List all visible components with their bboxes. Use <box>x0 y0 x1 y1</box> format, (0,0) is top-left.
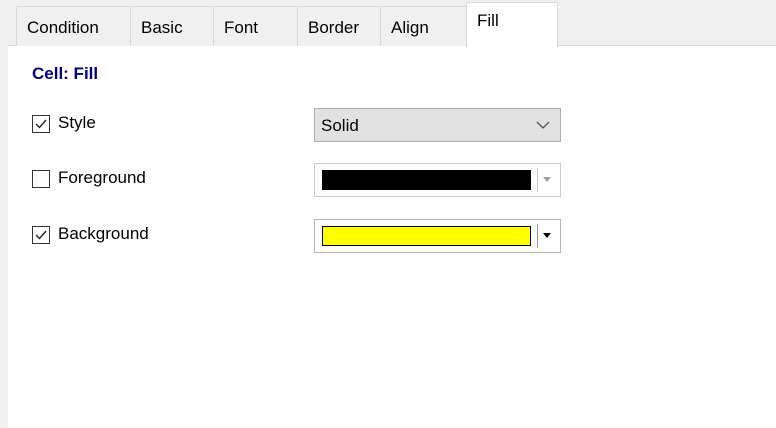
tab-condition[interactable]: Condition <box>16 6 131 46</box>
fill-panel: Condition Basic Font Border Align Fill C… <box>8 0 776 428</box>
tab-strip: Condition Basic Font Border Align Fill <box>8 0 776 47</box>
tab-label: Basic <box>141 18 183 37</box>
picker-divider <box>537 224 538 248</box>
chevron-down-icon <box>536 121 550 129</box>
foreground-color-picker[interactable] <box>314 163 561 197</box>
checkmark-icon <box>35 119 47 129</box>
tab-border[interactable]: Border <box>297 6 381 46</box>
foreground-color-swatch <box>322 170 531 190</box>
background-color-swatch <box>322 226 531 246</box>
tab-label: Font <box>224 18 259 37</box>
tab-font[interactable]: Font <box>213 6 298 46</box>
background-label: Background <box>58 224 149 243</box>
style-select[interactable]: Solid <box>314 108 561 142</box>
tab-basic[interactable]: Basic <box>130 6 214 46</box>
foreground-checkbox[interactable] <box>32 170 50 188</box>
tab-label: Condition <box>27 18 99 37</box>
tab-label: Border <box>308 18 360 37</box>
dropdown-arrow-icon <box>543 177 551 182</box>
checkmark-icon <box>35 230 47 240</box>
section-title: Cell: Fill <box>32 64 99 83</box>
background-checkbox[interactable] <box>32 226 50 244</box>
dropdown-arrow-icon <box>543 233 551 238</box>
style-label: Style <box>58 113 96 132</box>
foreground-label: Foreground <box>58 168 146 187</box>
style-checkbox[interactable] <box>32 115 50 133</box>
tab-label: Align <box>391 18 429 37</box>
tab-label: Fill <box>477 11 499 30</box>
picker-divider <box>537 168 538 192</box>
background-color-picker[interactable] <box>314 219 561 253</box>
tab-align[interactable]: Align <box>380 6 467 46</box>
style-select-value: Solid <box>321 116 359 135</box>
tab-fill[interactable]: Fill <box>466 2 558 47</box>
